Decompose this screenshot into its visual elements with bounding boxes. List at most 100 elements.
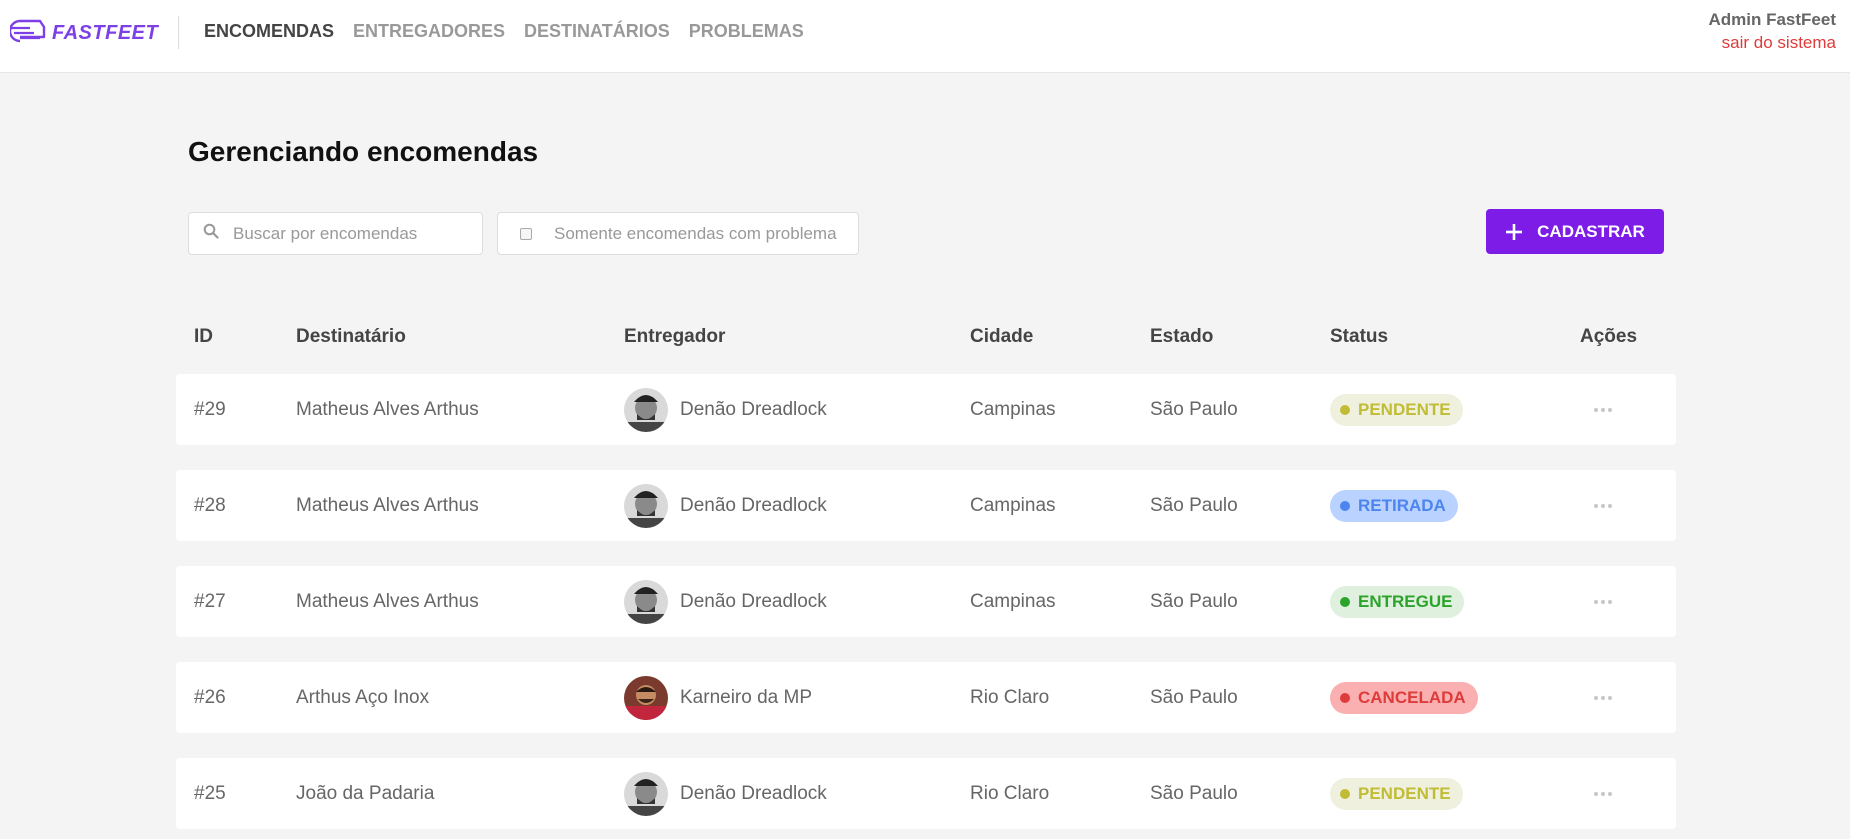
avatar [624, 483, 668, 528]
city: Campinas [970, 590, 1056, 612]
deliverer-name: Denão Dreadlock [680, 590, 827, 612]
table-row: #26 Arthus Aço Inox Karneiro da MP Rio Clar… [176, 662, 1676, 733]
order-id: #29 [194, 398, 226, 420]
status-cell: PENDENTE [1330, 758, 1463, 829]
status-dot [1340, 500, 1350, 511]
status-badge: CANCELADA [1330, 681, 1478, 714]
actions-cell [1583, 566, 1623, 637]
city: Campinas [970, 398, 1056, 420]
column-header-recipient: Destinatário [296, 326, 406, 347]
status-dot [1340, 692, 1350, 703]
status-cell: RETIRADA [1330, 470, 1458, 541]
search-input[interactable] [231, 222, 455, 245]
column-header-actions: Ações [1580, 326, 1638, 347]
status-cell: CANCELADA [1330, 662, 1478, 733]
avatar [624, 387, 668, 432]
problem-filter[interactable]: Somente encomendas com problema [497, 212, 859, 255]
status-label: PENDENTE [1358, 399, 1451, 419]
order-id: #28 [194, 494, 226, 516]
deliverer-name: Denão Dreadlock [680, 398, 827, 420]
recipient-name: João da Padaria [296, 782, 435, 804]
recipient-name: Matheus Alves Arthus [296, 398, 479, 420]
top-bar: FASTFEET ENCOMENDAS ENTREGADORES DESTINA… [0, 0, 1850, 73]
city: Campinas [970, 494, 1056, 516]
column-header-deliverer: Entregador [624, 326, 726, 347]
avatar [624, 675, 668, 720]
main-nav: ENCOMENDAS ENTREGADORES DESTINATÁRIOS PR… [204, 21, 804, 42]
status-cell: ENTREGUE [1330, 566, 1465, 637]
deliverer: Denão Dreadlock [624, 470, 827, 541]
plus-icon [1505, 223, 1523, 241]
state: São Paulo [1150, 782, 1238, 804]
logo[interactable]: FASTFEET [8, 18, 159, 49]
add-order-label: CADASTRAR [1537, 221, 1645, 241]
deliverer: Denão Dreadlock [624, 758, 827, 829]
recipient-name: Matheus Alves Arthus [296, 494, 479, 516]
column-header-status: Status [1330, 326, 1389, 347]
avatar [624, 579, 668, 624]
nav-item-destinatarios[interactable]: DESTINATÁRIOS [524, 21, 670, 42]
table-row: #27 Matheus Alves Arthus Denão Dreadlock Ca… [176, 566, 1676, 637]
state: São Paulo [1150, 398, 1238, 420]
recipient-name: Matheus Alves Arthus [296, 590, 479, 612]
actions-cell [1583, 470, 1623, 541]
status-badge: ENTREGUE [1330, 585, 1465, 618]
column-header-state: Estado [1150, 326, 1214, 347]
status-label: RETIRADA [1358, 495, 1446, 515]
deliverer-name: Denão Dreadlock [680, 494, 827, 516]
column-header-id: ID [194, 326, 213, 347]
actions-cell [1583, 374, 1623, 445]
add-order-button[interactable]: CADASTRAR [1486, 209, 1664, 254]
nav-item-encomendas[interactable]: ENCOMENDAS [204, 21, 334, 42]
more-actions-icon[interactable] [1583, 395, 1623, 425]
status-label: PENDENTE [1358, 783, 1451, 803]
nav-divider [178, 16, 179, 49]
nav-item-problemas[interactable]: PROBLEMAS [689, 21, 804, 42]
status-dot [1340, 788, 1350, 799]
status-cell: PENDENTE [1330, 374, 1463, 445]
more-actions-icon[interactable] [1583, 779, 1623, 809]
status-badge: RETIRADA [1330, 489, 1458, 522]
state: São Paulo [1150, 590, 1238, 612]
problem-filter-label: Somente encomendas com problema [554, 223, 837, 243]
table-row: #29 Matheus Alves Arthus Denão Dreadlock Ca… [176, 374, 1676, 445]
search-box[interactable] [188, 212, 483, 255]
truck-icon [8, 18, 46, 49]
deliverer: Denão Dreadlock [624, 566, 827, 637]
recipient-name: Arthus Aço Inox [296, 686, 430, 708]
actions-cell [1583, 758, 1623, 829]
table-row: #28 Matheus Alves Arthus Denão Dreadlock Ca… [176, 470, 1676, 541]
order-id: #27 [194, 590, 226, 612]
logout-link[interactable]: sair do sistema [1708, 31, 1836, 55]
more-actions-icon[interactable] [1583, 587, 1623, 617]
order-id: #25 [194, 782, 226, 804]
deliverer-name: Karneiro da MP [680, 686, 813, 708]
more-actions-icon[interactable] [1583, 683, 1623, 713]
status-label: ENTREGUE [1358, 591, 1453, 611]
user-name: Admin FastFeet [1708, 10, 1836, 29]
search-icon [203, 223, 219, 244]
avatar [624, 771, 668, 816]
column-header-city: Cidade [970, 326, 1034, 347]
status-dot [1340, 404, 1350, 415]
deliverer: Karneiro da MP [624, 662, 812, 733]
status-badge: PENDENTE [1330, 393, 1463, 426]
actions-cell [1583, 662, 1623, 733]
order-id: #26 [194, 686, 226, 708]
problem-filter-checkbox[interactable] [520, 227, 532, 240]
page-title: Gerenciando encomendas [188, 136, 539, 167]
city: Rio Claro [970, 686, 1050, 708]
status-label: CANCELADA [1358, 687, 1466, 707]
deliverer-name: Denão Dreadlock [680, 782, 827, 804]
status-dot [1340, 596, 1350, 607]
logo-text: FASTFEET [52, 22, 159, 44]
status-badge: PENDENTE [1330, 777, 1463, 810]
nav-item-entregadores[interactable]: ENTREGADORES [353, 21, 505, 42]
user-panel: Admin FastFeet sair do sistema [1708, 9, 1836, 55]
state: São Paulo [1150, 494, 1238, 516]
city: Rio Claro [970, 782, 1050, 804]
deliverer: Denão Dreadlock [624, 374, 827, 445]
more-actions-icon[interactable] [1583, 491, 1623, 521]
table-row: #25 João da Padaria Denão Dreadlock Rio Cla… [176, 758, 1676, 829]
state: São Paulo [1150, 686, 1238, 708]
